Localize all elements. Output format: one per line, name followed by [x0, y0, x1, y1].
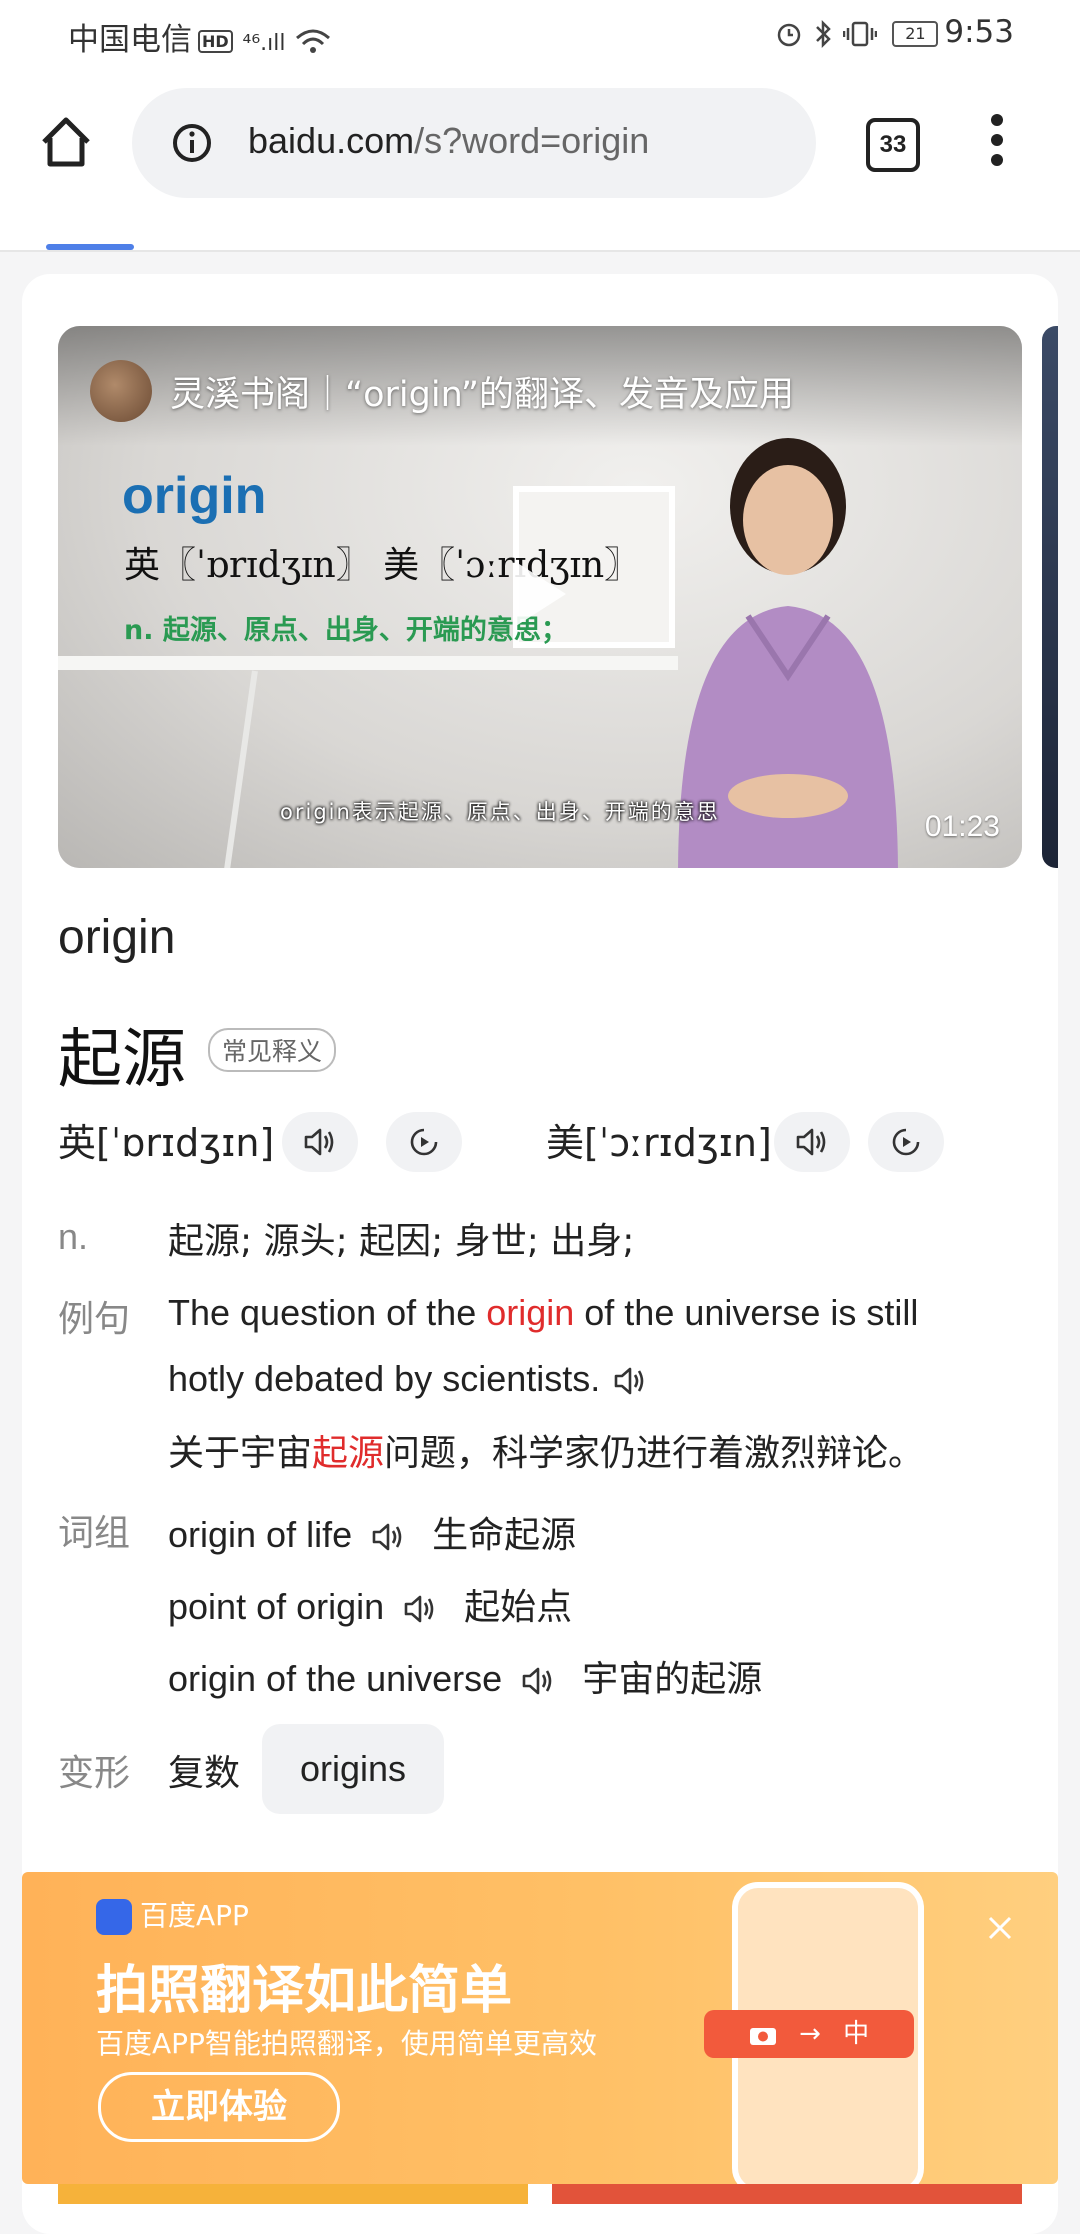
- replay-icon: [892, 1128, 920, 1156]
- video-thumbnail[interactable]: 灵溪书阁｜“origin”的翻译、发音及应用 origin 英〖ˈɒrɪdʒɪn…: [58, 326, 1022, 868]
- home-icon[interactable]: [36, 112, 96, 172]
- plural-form-chip[interactable]: origins: [262, 1724, 444, 1814]
- pos-label: n.: [58, 1216, 89, 1257]
- example-sentence: The question of the origin of the univer…: [168, 1292, 919, 1333]
- status-right: 21 9:53: [775, 14, 1014, 50]
- phrase-speaker-icon[interactable]: [518, 1663, 558, 1699]
- us-replay-button[interactable]: [868, 1112, 944, 1172]
- browser-toolbar: baidu.com/s?word=origin 33: [0, 68, 1080, 220]
- app-promo-banner[interactable]: 百度APP 拍照翻译如此简单 百度APP智能拍照翻译，使用简单更高效 立即体验 …: [22, 1872, 1058, 2184]
- video-meaning: n. 起源、原点、出身、开端的意思；: [124, 615, 568, 646]
- phrase-speaker-icon[interactable]: [400, 1591, 440, 1627]
- headword: origin: [58, 911, 176, 964]
- bluetooth-icon: [815, 19, 831, 48]
- example-highlight: origin: [486, 1292, 575, 1333]
- info-icon[interactable]: [172, 123, 212, 163]
- forms-label: 变形: [58, 1753, 131, 1794]
- common-meaning-tag: 常见释义: [208, 1028, 337, 1072]
- video-subtitle: origin表示起源、原点、出身、开端的意思: [280, 800, 720, 824]
- signal-icon: ⁴⁶.ıll: [242, 31, 286, 56]
- uk-speaker-button[interactable]: [282, 1112, 358, 1172]
- carrier-info: 中国电信 HD ⁴⁶.ıll: [68, 14, 331, 59]
- uk-pronunciation: 英[ˈɒrɪdʒɪn]: [58, 1121, 275, 1165]
- phrase-item: point of origin 起始点: [168, 1586, 573, 1628]
- definition: 起源; 源头; 起因; 身世; 出身;: [168, 1221, 635, 1262]
- content-peek-left: [58, 2184, 528, 2204]
- video-title: 灵溪书阁｜“origin”的翻译、发音及应用: [170, 375, 795, 415]
- active-tab-indicator: [46, 244, 134, 250]
- banner-subline: 百度APP智能拍照翻译，使用简单更高效: [96, 2027, 597, 2060]
- close-icon[interactable]: [984, 1912, 1016, 1944]
- phrase-item: origin of life 生命起源: [168, 1514, 577, 1556]
- overflow-menu-icon[interactable]: [985, 114, 1009, 170]
- result-tab-strip: [0, 220, 1080, 252]
- replay-icon: [410, 1128, 438, 1156]
- translate-bar: → 中: [704, 2010, 914, 2058]
- tab-switcher-button[interactable]: 33: [866, 118, 920, 172]
- carrier-name: 中国电信: [68, 22, 192, 58]
- clock: 9:53: [944, 14, 1014, 50]
- phrase-speaker-icon[interactable]: [368, 1519, 408, 1555]
- main-translation: 起源: [58, 1023, 186, 1097]
- channel-avatar: [90, 360, 152, 422]
- plural-label: 复数: [168, 1753, 241, 1794]
- hd-badge: HD: [198, 30, 233, 53]
- example-sentence-cont: hotly debated by scientists.: [168, 1358, 650, 1400]
- alarm-icon: [777, 23, 801, 46]
- next-video-peek[interactable]: [1042, 326, 1058, 868]
- address-bar[interactable]: baidu.com/s?word=origin: [132, 88, 816, 198]
- example-speaker-icon[interactable]: [610, 1363, 650, 1399]
- url-text[interactable]: baidu.com/s?word=origin: [248, 120, 649, 162]
- example-label: 例句: [58, 1299, 131, 1340]
- app-brand: 百度APP: [96, 1894, 249, 1935]
- content-peek-right: [552, 2184, 1022, 2204]
- phone-illustration: → 中: [704, 1882, 924, 2184]
- phrase-item: origin of the universe 宇宙的起源: [168, 1658, 763, 1700]
- status-bar: 中国电信 HD ⁴⁶.ıll 21 9:53: [0, 0, 1080, 68]
- wifi-icon: [296, 29, 331, 53]
- uk-replay-button[interactable]: [386, 1112, 462, 1172]
- url-host: baidu.com: [248, 120, 415, 161]
- url-path: /s?word=origin: [414, 120, 650, 161]
- speaker-icon: [304, 1128, 334, 1156]
- play-icon[interactable]: [516, 562, 566, 626]
- try-now-button[interactable]: 立即体验: [98, 2072, 340, 2142]
- banner-headline: 拍照翻译如此简单: [96, 1961, 513, 2021]
- camera-icon: [749, 2027, 776, 2045]
- battery-icon: 21: [892, 20, 939, 47]
- video-duration: 01:23: [924, 810, 1000, 843]
- us-speaker-button[interactable]: [774, 1112, 850, 1172]
- table-top: [58, 656, 678, 670]
- video-word: origin: [122, 467, 267, 525]
- phrase-label: 词组: [58, 1513, 131, 1554]
- us-pronunciation: 美[ˈɔːrɪdʒɪn]: [546, 1121, 772, 1165]
- speaker-icon: [796, 1128, 826, 1156]
- arrow-right-icon: →: [799, 2019, 821, 2049]
- example-translation: 关于宇宙起源问题，科学家仍进行着激烈辩论。: [168, 1433, 925, 1474]
- vibrate-icon: [842, 21, 877, 46]
- baidu-logo-icon: [96, 1899, 132, 1935]
